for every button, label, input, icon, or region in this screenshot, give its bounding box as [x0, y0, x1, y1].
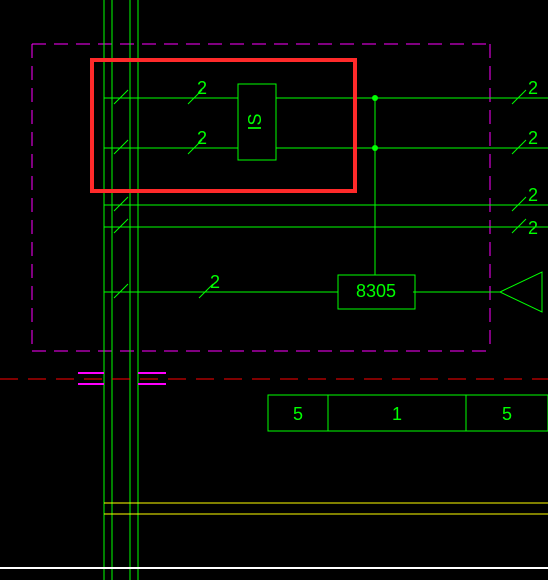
horizontal-wires: [104, 98, 548, 292]
table-cell: 5: [502, 404, 512, 424]
block-8305-label: 8305: [356, 281, 396, 301]
block-8305: 8305: [338, 275, 415, 309]
wire-label: 2: [528, 185, 538, 205]
wire-ticks: [114, 90, 526, 298]
red-highlight-box: [92, 60, 355, 191]
vertical-grid: [104, 0, 138, 580]
dashed-frame: [32, 44, 490, 351]
table-cell: 5: [293, 404, 303, 424]
wire-label: 2: [528, 78, 538, 98]
is-block-label: IS: [245, 113, 265, 130]
table-cell: 1: [392, 404, 402, 424]
wire-label: 2: [528, 218, 538, 238]
is-block: IS: [238, 84, 276, 160]
wire-label: 2: [197, 78, 207, 98]
vertical-connectors: [372, 95, 378, 275]
speaker-symbol: [500, 272, 542, 312]
wire-label: 2: [528, 128, 538, 148]
yellow-band: [104, 503, 548, 514]
mini-table: 5 1 5: [268, 395, 548, 431]
wire-labels: 2 2 2 2 2 2 2: [197, 78, 538, 292]
wire-label: 2: [210, 272, 220, 292]
wire-label: 2: [197, 128, 207, 148]
